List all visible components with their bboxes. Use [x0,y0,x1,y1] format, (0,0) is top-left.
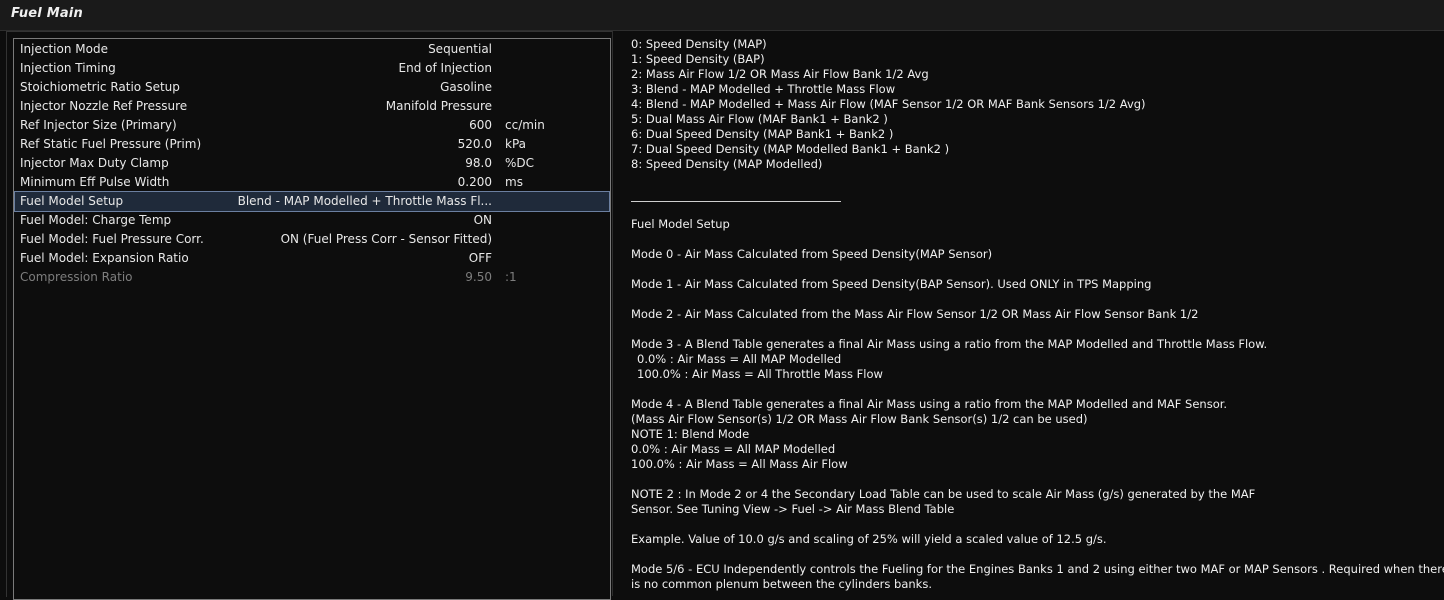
setting-label: Injector Max Duty Clamp [20,156,169,170]
setting-label: Ref Static Fuel Pressure (Prim) [20,137,202,151]
setting-row-ref-injector-size[interactable]: Ref Injector Size (Primary) 600 cc/min [15,116,609,135]
help-divider [631,201,841,202]
setting-value: End of Injection [398,61,492,75]
setting-row-injection-mode[interactable]: Injection Mode Sequential [15,40,609,59]
setting-value: OFF [468,251,492,265]
help-panel: 0: Speed Density (MAP) 1: Speed Density … [612,31,1444,596]
setting-unit: ms [505,175,523,189]
settings-panel: Injection Mode Sequential Injection Timi… [13,38,611,600]
setting-value: ON [473,213,492,227]
help-mode1: Mode 1 - Air Mass Calculated from Speed … [631,277,1152,291]
help-mode0: Mode 0 - Air Mass Calculated from Speed … [631,247,993,261]
help-mode56-line: is no common plenum between the cylinder… [631,577,932,591]
help-option-line: 6: Dual Speed Density (MAP Bank1 + Bank2… [631,127,894,141]
setting-value: Sequential [428,42,492,56]
help-mode4-line: NOTE 1: Blend Mode [631,427,750,441]
setting-value: 520.0 [457,137,492,151]
setting-value: 0.200 [457,175,492,189]
setting-unit: :1 [505,270,517,284]
setting-label: Fuel Model: Charge Temp [20,213,172,227]
setting-value: Manifold Pressure [385,99,492,113]
setting-row-fuel-pressure-corr[interactable]: Fuel Model: Fuel Pressure Corr. ON (Fuel… [15,230,609,249]
help-option-line: 3: Blend - MAP Modelled + Throttle Mass … [631,82,896,96]
setting-row-expansion-ratio[interactable]: Fuel Model: Expansion Ratio OFF [15,249,609,268]
setting-row-max-duty-clamp[interactable]: Injector Max Duty Clamp 98.0 %DC [15,154,609,173]
help-option-line: 7: Dual Speed Density (MAP Modelled Bank… [631,142,950,156]
setting-row-nozzle-ref-pressure[interactable]: Injector Nozzle Ref Pressure Manifold Pr… [15,97,609,116]
setting-unit: cc/min [505,118,545,132]
setting-unit: kPa [505,137,526,151]
setting-label: Stoichiometric Ratio Setup [20,80,180,94]
fuel-main-window: Fuel Main Injection Mode Sequential Inje… [0,0,1444,600]
setting-row-compression-ratio: Compression Ratio 9.50 :1 [15,268,609,287]
help-mode4-line: 100.0% : Air Mass = All Mass Air Flow [631,457,848,471]
help-option-line: 1: Speed Density (BAP) [631,52,765,66]
help-mode4-line: 0.0% : Air Mass = All MAP Modelled [631,442,836,456]
help-mode4-line: (Mass Air Flow Sensor(s) 1/2 OR Mass Air… [631,412,1088,426]
setting-label: Compression Ratio [20,270,133,284]
setting-row-stoich-ratio[interactable]: Stoichiometric Ratio Setup Gasoline [15,78,609,97]
help-mode3-line: 100.0% : Air Mass = All Throttle Mass Fl… [637,367,883,381]
setting-label: Injection Mode [20,42,108,56]
setting-label: Minimum Eff Pulse Width [20,175,170,189]
setting-row-min-pulse-width[interactable]: Minimum Eff Pulse Width 0.200 ms [15,173,609,192]
help-option-line: 5: Dual Mass Air Flow (MAF Bank1 + Bank2… [631,112,888,126]
help-option-line: 4: Blend - MAP Modelled + Mass Air Flow … [631,97,1146,111]
setting-label: Ref Injector Size (Primary) [20,118,177,132]
help-mode2: Mode 2 - Air Mass Calculated from the Ma… [631,307,1199,321]
help-mode3-line: 0.0% : Air Mass = All MAP Modelled [637,352,842,366]
setting-value: 9.50 [465,270,492,284]
setting-value: Blend - MAP Modelled + Throttle Mass Fl.… [237,194,492,208]
help-mode3-line: Mode 3 - A Blend Table generates a final… [631,337,1268,351]
window-title: Fuel Main [11,6,83,21]
help-heading: Fuel Model Setup [631,217,730,231]
help-note2-line: Sensor. See Tuning View -> Fuel -> Air M… [631,502,955,516]
title-bar: Fuel Main [0,0,1444,31]
help-note2-line: NOTE 2 : In Mode 2 or 4 the Secondary Lo… [631,487,1256,501]
setting-row-charge-temp[interactable]: Fuel Model: Charge Temp ON [15,211,609,230]
setting-value: ON (Fuel Press Corr - Sensor Fitted) [280,232,492,246]
help-option-line: 2: Mass Air Flow 1/2 OR Mass Air Flow Ba… [631,67,929,81]
setting-label: Injection Timing [20,61,116,75]
setting-label: Injector Nozzle Ref Pressure [20,99,188,113]
help-mode4-line: Mode 4 - A Blend Table generates a final… [631,397,1228,411]
help-option-line: 8: Speed Density (MAP Modelled) [631,157,823,171]
setting-value: 600 [469,118,492,132]
setting-value: Gasoline [440,80,492,94]
setting-unit: %DC [505,156,535,170]
setting-label: Fuel Model: Fuel Pressure Corr. [20,232,204,246]
help-mode56-line: Mode 5/6 - ECU Independently controls th… [631,562,1444,576]
setting-label: Fuel Model Setup [20,194,124,208]
help-option-line: 0: Speed Density (MAP) [631,37,767,51]
setting-row-injection-timing[interactable]: Injection Timing End of Injection [15,59,609,78]
setting-row-ref-fuel-pressure[interactable]: Ref Static Fuel Pressure (Prim) 520.0 kP… [15,135,609,154]
setting-label: Fuel Model: Expansion Ratio [20,251,189,265]
help-example: Example. Value of 10.0 g/s and scaling o… [631,532,1107,546]
setting-row-fuel-model-setup[interactable]: Fuel Model Setup Blend - MAP Modelled + … [14,191,610,212]
setting-value: 98.0 [465,156,492,170]
